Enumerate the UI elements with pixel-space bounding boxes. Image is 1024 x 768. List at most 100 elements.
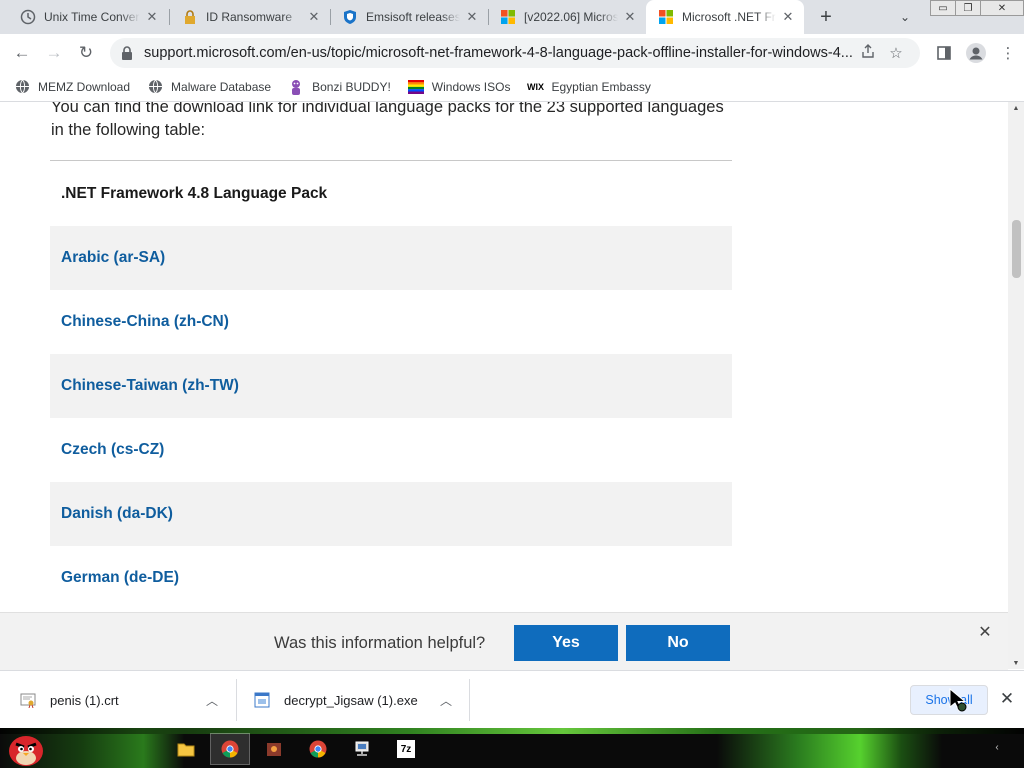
download-divider	[236, 679, 237, 721]
tab-title: ID Ransomware	[206, 10, 293, 24]
scroll-down-arrow-icon[interactable]: ▼	[1008, 657, 1024, 669]
clock-icon	[20, 9, 36, 25]
tab-close-icon[interactable]: ✕	[144, 9, 160, 25]
taskbar-explorer[interactable]	[166, 733, 206, 765]
windows-taskbar: 7z	[0, 728, 1024, 768]
table-row: Chinese-Taiwan (zh-TW)	[50, 354, 732, 418]
download-filename: decrypt_Jigsaw (1).exe	[284, 692, 418, 708]
table-row: Arabic (ar-SA)	[50, 226, 732, 290]
bookmark-windows-isos[interactable]: Windows ISOs	[407, 79, 511, 95]
feedback-yes-button[interactable]: Yes	[514, 625, 618, 661]
bonzi-icon	[288, 79, 304, 95]
new-tab-button[interactable]: +	[814, 5, 838, 29]
bookmark-label: Windows ISOs	[431, 79, 511, 94]
restore-button[interactable]: ❐	[955, 0, 981, 16]
bookmark-label: MEMZ Download	[38, 79, 131, 94]
page-scrollbar[interactable]: ▲ ▼	[1008, 102, 1024, 669]
feedback-no-button[interactable]: No	[626, 625, 730, 661]
language-link[interactable]: German (de-DE)	[61, 569, 179, 587]
tab-emsisoft[interactable]: Emsisoft releases ✕	[330, 0, 488, 34]
omnibox-actions: ☆	[854, 43, 920, 63]
tab-microsoft-net[interactable]: Microsoft .NET Framework ✕	[646, 0, 804, 34]
lock-icon	[182, 9, 198, 25]
tray-arrow-icon[interactable]: ‹	[990, 740, 1004, 754]
tab-close-icon[interactable]: ✕	[306, 9, 322, 25]
language-link[interactable]: Danish (da-DK)	[61, 505, 173, 523]
tab-close-icon[interactable]: ✕	[622, 9, 638, 25]
page-viewport: You can find the download link for indiv…	[0, 102, 1008, 669]
language-link[interactable]: Chinese-China (zh-CN)	[61, 313, 229, 331]
table-header: .NET Framework 4.8 Language Pack	[61, 184, 328, 202]
microsoft-logo-icon	[658, 9, 674, 25]
download-item[interactable]: decrypt_Jigsaw (1).exe ︿	[254, 671, 464, 729]
address-bar[interactable]: support.microsoft.com/en-us/topic/micros…	[110, 38, 920, 68]
7zip-icon: 7z	[397, 740, 415, 758]
url-text[interactable]: support.microsoft.com/en-us/topic/micros…	[144, 45, 854, 61]
bookmark-star-icon[interactable]: ☆	[882, 44, 910, 62]
language-link[interactable]: Arabic (ar-SA)	[61, 249, 165, 267]
taskbar-network[interactable]	[342, 733, 382, 765]
forward-button[interactable]: →	[40, 39, 68, 67]
taskbar-chrome[interactable]	[210, 733, 250, 765]
language-link[interactable]: Chinese-Taiwan (zh-TW)	[61, 377, 239, 395]
feedback-bar: Was this information helpful? Yes No ✕	[0, 612, 1008, 670]
table-row: Chinese-China (zh-CN)	[50, 290, 732, 354]
wix-icon: WIX	[526, 81, 544, 92]
language-pack-table: .NET Framework 4.8 Language Pack Arabic …	[50, 160, 732, 610]
bookmark-memz[interactable]: MEMZ Download	[14, 79, 130, 95]
browser-toolbar: ← → ↻ support.microsoft.com/en-us/topic/…	[0, 34, 1024, 72]
show-all-downloads-button[interactable]: Show all	[910, 685, 988, 715]
tab-close-icon[interactable]: ✕	[780, 9, 796, 25]
download-shelf: penis (1).crt ︿ decrypt_Jigsaw (1).exe ︿…	[0, 670, 1024, 728]
windows-logo-icon	[500, 9, 516, 25]
menu-kebab-icon[interactable]: ⋮	[992, 39, 1024, 67]
feedback-question: Was this information helpful?	[274, 634, 486, 652]
bookmark-egyptian-embassy[interactable]: WIX Egyptian Embassy	[526, 79, 651, 95]
bookmark-label: Egyptian Embassy	[551, 79, 651, 94]
language-link[interactable]: Czech (cs-CZ)	[61, 441, 164, 459]
side-panel-icon[interactable]	[928, 39, 960, 67]
feedback-close-icon[interactable]: ✕	[976, 623, 994, 641]
tab-strip: Unix Time Converter ✕ ID Ransomware ✕ Em…	[0, 0, 1024, 34]
taskbar-chrome-2[interactable]	[298, 733, 338, 765]
window-close-button[interactable]: ✕	[980, 0, 1024, 16]
minimize-button[interactable]: ▭	[930, 0, 956, 16]
bookmark-label: Bonzi BUDDY!	[312, 79, 391, 94]
bookmark-bonzi-buddy[interactable]: Bonzi BUDDY!	[288, 79, 391, 95]
download-filename: penis (1).crt	[50, 692, 119, 708]
chevron-up-icon[interactable]: ︿	[440, 692, 452, 709]
exe-file-icon	[254, 692, 270, 708]
download-item[interactable]: penis (1).crt ︿	[20, 671, 230, 729]
tab-v2022-microsoft[interactable]: [v2022.06] Microsoft ✕	[488, 0, 646, 34]
table-row: German (de-DE)	[50, 546, 732, 610]
profile-avatar-icon[interactable]	[960, 39, 992, 67]
tab-close-icon[interactable]: ✕	[464, 9, 480, 25]
scroll-up-arrow-icon[interactable]: ▲	[1008, 102, 1024, 114]
certificate-file-icon	[20, 692, 36, 708]
chevron-up-icon[interactable]: ︿	[206, 692, 218, 709]
tab-id-ransomware[interactable]: ID Ransomware ✕	[170, 0, 330, 34]
download-shelf-close-icon[interactable]: ✕	[997, 689, 1017, 709]
angry-bird-start-icon[interactable]	[6, 729, 46, 767]
emsisoft-shield-icon	[342, 9, 358, 25]
reload-button[interactable]: ↻	[72, 39, 100, 67]
lock-icon[interactable]	[120, 46, 134, 60]
download-divider	[469, 679, 470, 721]
game-icon	[265, 740, 283, 758]
scrollbar-thumb[interactable]	[1012, 220, 1021, 278]
tab-search-button[interactable]: ⌄	[894, 5, 916, 29]
share-icon[interactable]	[854, 43, 882, 63]
bookmark-malware-database[interactable]: Malware Database	[147, 79, 271, 95]
tab-unix-time[interactable]: Unix Time Converter ✕	[8, 0, 168, 34]
back-button[interactable]: ←	[8, 39, 36, 67]
tab-title: [v2022.06] Microsoft	[524, 10, 618, 24]
table-row: Czech (cs-CZ)	[50, 418, 732, 482]
window-controls: ▭ ❐ ✕	[930, 0, 1024, 16]
table-row: Danish (da-DK)	[50, 482, 732, 546]
chrome-icon	[309, 740, 327, 758]
bookmark-label: Malware Database	[171, 79, 272, 94]
globe-icon	[14, 79, 30, 95]
tab-title: Microsoft .NET Framework	[682, 10, 776, 24]
taskbar-7zip[interactable]: 7z	[386, 733, 426, 765]
taskbar-game-app[interactable]	[254, 733, 294, 765]
